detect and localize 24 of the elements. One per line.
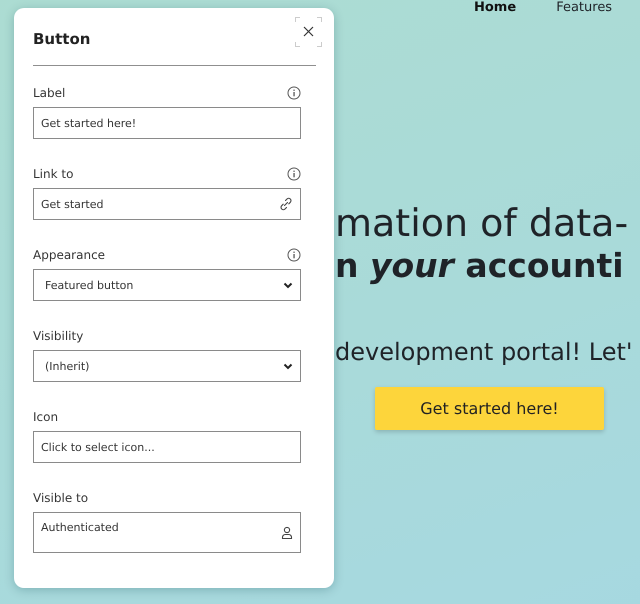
user-icon — [281, 526, 293, 540]
chevron-down-icon — [283, 282, 293, 288]
input-field[interactable]: Click to select icon... — [33, 431, 301, 463]
input-field[interactable]: Get started — [33, 188, 301, 220]
input-field[interactable]: Get started here! — [33, 107, 301, 139]
field-label: Visible to — [33, 491, 88, 505]
chevron-down-icon — [283, 362, 293, 370]
link-icon — [279, 197, 293, 211]
input-field[interactable]: Authenticated — [33, 512, 301, 553]
get-started-button[interactable]: Get started here! — [375, 387, 604, 430]
headline-text: n your accounti — [335, 246, 624, 285]
field-label: Visibility — [33, 329, 84, 343]
field-label: Label — [33, 86, 66, 100]
close-icon — [303, 26, 314, 37]
dropdown[interactable]: (Inherit) — [33, 350, 301, 382]
field-label: Appearance — [33, 248, 106, 262]
panel-title: Button — [33, 30, 90, 48]
headline-text: mation of data- — [335, 201, 628, 245]
field-label: Link to — [33, 167, 74, 181]
dropdown[interactable]: Featured button — [33, 269, 301, 301]
nav-link[interactable]: Features — [556, 0, 612, 16]
nav-link[interactable]: Home — [474, 0, 516, 16]
subtitle-text: development portal! Let' — [335, 338, 632, 366]
field-label: Icon — [33, 410, 58, 424]
